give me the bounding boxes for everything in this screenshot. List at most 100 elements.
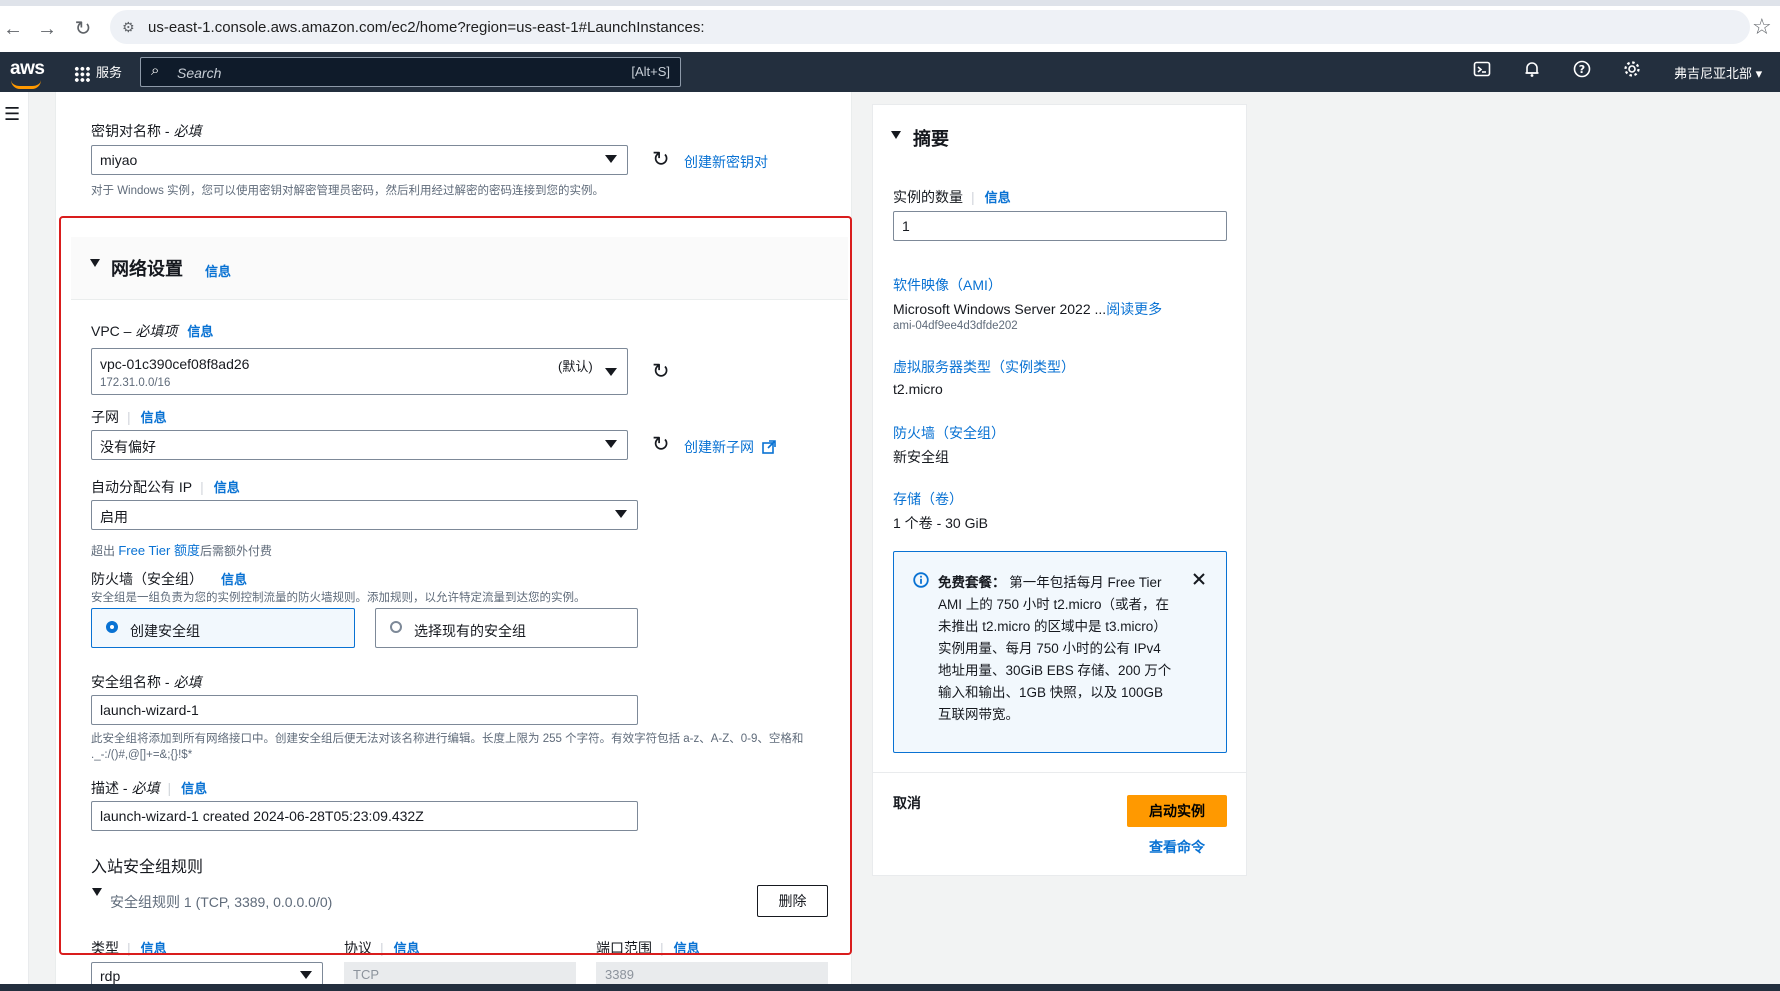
site-info-icon[interactable]: ⚙ (122, 19, 135, 36)
instance-count-input[interactable] (893, 211, 1227, 241)
col-protocol-label: 协议 | 信息 (344, 940, 420, 956)
subnet-label: 子网 | 信息 (91, 409, 167, 425)
view-commands-link[interactable]: 查看命令 (1149, 837, 1205, 857)
network-title: 网络设置 (111, 259, 183, 279)
launch-instance-button[interactable]: 启动实例 (1127, 795, 1227, 827)
search-box[interactable]: ⌕ [Alt+S] (140, 57, 681, 87)
back-arrow-icon[interactable]: ← (2, 18, 24, 40)
collapse-caret-icon (90, 259, 100, 267)
summary-caret-icon[interactable] (891, 131, 901, 139)
firewall-info-link[interactable]: 信息 (221, 572, 247, 587)
ami-value-line: Microsoft Windows Server 2022 ...阅读更多 (893, 299, 1162, 319)
sg-name-help: 此安全组将添加到所有网络接口中。创建安全组后便无法对该名称进行编辑。长度上限为 … (91, 733, 804, 761)
reload-icon[interactable]: ↻ (72, 18, 94, 40)
vpc-label: VPC – 必填项 信息 (91, 321, 213, 341)
caret-down-icon (605, 155, 617, 163)
sg-name-label-text: 安全组名称 - (91, 674, 174, 690)
forward-arrow-icon[interactable]: → (36, 18, 58, 40)
vpc-value: vpc-01c390cef08f8ad26 (100, 356, 250, 372)
autoip-help: 超出 Free Tier 额度后需额外付费 (91, 540, 272, 559)
caret-down-icon (300, 971, 312, 979)
search-input[interactable] (175, 62, 559, 84)
sg-name-input[interactable] (91, 695, 638, 725)
grid-icon (74, 65, 90, 82)
create-keypair-link[interactable]: 创建新密钥对 (684, 152, 768, 172)
ami-link[interactable]: 软件映像（AMI） (893, 275, 1002, 295)
rule-collapse-caret-icon[interactable] (92, 888, 102, 896)
instance-type-value: t2.micro (893, 381, 943, 397)
count-info-link[interactable]: 信息 (985, 190, 1011, 205)
region-selector[interactable]: 弗吉尼亚北部 ▾ (1674, 63, 1762, 82)
keypair-label-text: 密钥对名称 - (91, 123, 174, 139)
services-label: 服务 (96, 65, 123, 80)
instance-count-label: 实例的数量 | 信息 (893, 189, 1011, 205)
col-port-text: 端口范围 (596, 940, 652, 956)
search-icon: ⌕ (151, 62, 160, 79)
ami-value: Microsoft Windows Server 2022 ... (893, 301, 1107, 317)
address-bar[interactable]: ⚙ us-east-1.console.aws.amazon.com/ec2/h… (110, 10, 1750, 44)
col-protocol-text: 协议 (344, 940, 372, 956)
protocol-info-link[interactable]: 信息 (394, 941, 420, 956)
rule-type-value: rdp (100, 968, 121, 984)
autoip-info-link[interactable]: 信息 (214, 480, 240, 495)
keypair-value: miyao (100, 152, 138, 168)
create-subnet-text: 创建新子网 (684, 439, 754, 455)
sg-name-label: 安全组名称 - 必填 (91, 672, 201, 692)
subnet-info-link[interactable]: 信息 (141, 410, 167, 425)
services-menu-button[interactable]: 服务 (74, 62, 122, 82)
cancel-button[interactable]: 取消 (893, 793, 921, 813)
desc-info-link[interactable]: 信息 (181, 781, 207, 796)
instance-type-link[interactable]: 虚拟服务器类型（实例类型） (893, 357, 1075, 377)
vpc-info-link[interactable]: 信息 (187, 324, 213, 339)
cloudshell-icon[interactable] (1470, 60, 1494, 84)
external-link-icon (762, 440, 776, 454)
close-icon[interactable] (1192, 572, 1206, 586)
refresh-subnet-icon[interactable]: ↻ (652, 434, 670, 456)
refresh-keypair-icon[interactable]: ↻ (652, 149, 670, 171)
vpc-select[interactable]: vpc-01c390cef08f8ad26 172.31.0.0/16 (默认) (91, 348, 628, 395)
type-info-link[interactable]: 信息 (141, 941, 167, 956)
radio-unselected[interactable] (390, 621, 402, 633)
firewall-label: 防火墙（安全组） 信息 (91, 569, 247, 589)
aws-top-nav: aws 服务 ⌕ [Alt+S] ? 弗吉尼亚北部 ▾ (0, 52, 1780, 92)
network-section-header[interactable]: 网络设置 信息 (71, 237, 848, 300)
refresh-vpc-icon[interactable]: ↻ (652, 361, 670, 383)
existing-sg-option[interactable]: 选择现有的安全组 (375, 608, 638, 648)
summary-divider (872, 772, 1247, 773)
storage-link[interactable]: 存储（卷） (893, 489, 963, 509)
vpc-label-text: VPC – (91, 323, 136, 339)
delete-rule-button[interactable]: 删除 (757, 885, 828, 917)
help-icon[interactable]: ? (1570, 60, 1594, 84)
settings-gear-icon[interactable] (1620, 60, 1644, 84)
col-port-label: 端口范围 | 信息 (596, 940, 700, 956)
sg-name-required: 必填 (173, 674, 202, 690)
network-info-link[interactable]: 信息 (205, 261, 231, 280)
firewall-link[interactable]: 防火墙（安全组） (893, 423, 1005, 443)
keypair-required: 必填 (173, 123, 202, 139)
caret-down-icon (605, 440, 617, 448)
summary-panel: 摘要 实例的数量|信息 软件映像（AMI） Microsoft Windows … (872, 104, 1247, 876)
keypair-label: 密钥对名称 - 必填 (91, 121, 201, 141)
aws-logo-text: aws (10, 58, 45, 79)
bookmark-star-icon[interactable]: ☆ (1752, 14, 1772, 40)
port-info-link[interactable]: 信息 (674, 941, 700, 956)
menu-hamburger-icon[interactable]: ☰ (4, 104, 20, 125)
bell-icon[interactable] (1520, 60, 1544, 84)
create-subnet-link[interactable]: 创建新子网 (684, 437, 776, 457)
caret-down-icon (615, 510, 627, 518)
autoip-select[interactable]: 启用 (91, 500, 638, 530)
subnet-select[interactable]: 没有偏好 (91, 430, 628, 460)
create-sg-option[interactable]: 创建安全组 (91, 608, 355, 648)
aws-logo[interactable]: aws (10, 58, 45, 89)
ami-read-more-link[interactable]: 阅读更多 (1106, 301, 1162, 317)
vpc-cidr: 172.31.0.0/16 (100, 377, 171, 389)
rule-1-title: 安全组规则 1 (TCP, 3389, 0.0.0.0/0) (110, 894, 333, 910)
radio-selected[interactable] (106, 621, 118, 633)
existing-sg-label: 选择现有的安全组 (414, 623, 526, 639)
free-tier-link[interactable]: Free Tier 额度 (118, 543, 200, 558)
url-text: us-east-1.console.aws.amazon.com/ec2/hom… (148, 19, 705, 36)
description-input[interactable] (91, 801, 638, 831)
free-tier-alert: 免费套餐： 第一年包括每月 Free Tier AMI 上的 750 小时 t2… (893, 551, 1227, 753)
keypair-select[interactable]: miyao (91, 145, 628, 175)
vpc-required: 必填项 (135, 323, 178, 339)
